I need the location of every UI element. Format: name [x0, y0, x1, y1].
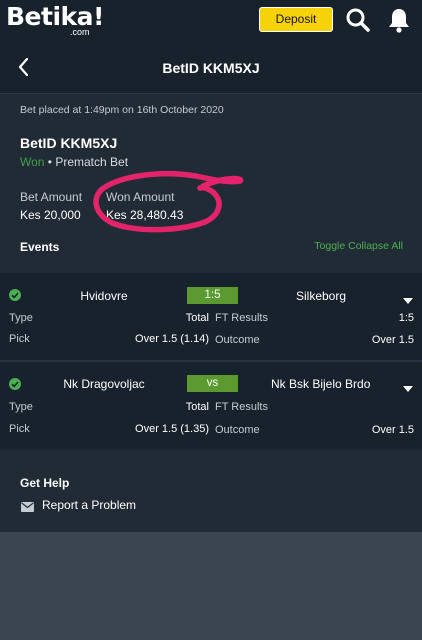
home-team: Hvidovre [80, 289, 128, 303]
bet-placed-timestamp: Bet placed at 1:49pm on 16th October 202… [20, 104, 224, 116]
ft-results-value: 1:5 [398, 312, 414, 324]
pick-value: Over 1.5 (1.35) [135, 423, 209, 435]
report-problem-link[interactable]: Report a Problem [42, 498, 136, 512]
chevron-down-icon[interactable] [403, 292, 413, 304]
bell-icon[interactable] [385, 6, 413, 34]
type-value: Total [185, 312, 209, 324]
logo-domain: .com [70, 27, 90, 37]
pick-value: Over 1.5 (1.14) [135, 333, 209, 345]
search-icon[interactable] [344, 6, 372, 34]
bet-type: • Prematch Bet [44, 155, 129, 169]
match-score: vs [187, 375, 238, 392]
pick-label: Pick [9, 423, 30, 435]
outcome-label: Outcome [215, 424, 260, 436]
events-heading: Events [20, 240, 60, 254]
away-team: Silkeborg [296, 289, 347, 303]
chevron-down-icon[interactable] [403, 380, 413, 392]
toggle-collapse-all-link[interactable]: Toggle Collapse All [314, 240, 403, 252]
event-card[interactable]: Nk Dragovoljac vs Nk Bsk Bijelo Brdo Typ… [0, 362, 422, 450]
won-amount-label: Won Amount [106, 190, 175, 204]
event-card[interactable]: Hvidovre 1:5 Silkeborg Type Total FT Res… [0, 273, 422, 361]
get-help-heading: Get Help [20, 476, 70, 490]
top-bar: Betika! .com Deposit [0, 0, 422, 40]
ft-results-label: FT Results [215, 401, 268, 413]
match-score: 1:5 [187, 287, 238, 304]
outcome-value: Over 1.5 [371, 424, 414, 436]
home-team: Nk Dragovoljac [63, 377, 145, 391]
deposit-button[interactable]: Deposit [259, 7, 333, 32]
bet-id: BetID KKM5XJ [20, 135, 118, 151]
footer-area [0, 532, 422, 640]
outcome-value: Over 1.5 [371, 334, 414, 346]
pick-label: Pick [9, 333, 30, 345]
won-amount-value: Kes 28,480.43 [106, 208, 184, 222]
away-team: Nk Bsk Bijelo Brdo [271, 377, 371, 391]
bet-status-badge: Won [20, 155, 45, 169]
type-label: Type [9, 312, 33, 324]
ft-results-label: FT Results [215, 312, 268, 324]
type-value: Total [185, 401, 209, 413]
page-title: BetID KKM5XJ [162, 60, 260, 76]
page-header: BetID KKM5XJ [0, 40, 422, 94]
bet-amount-value: Kes 20,000 [20, 208, 81, 222]
outcome-label: Outcome [215, 334, 260, 346]
bet-amount-label: Bet Amount [20, 190, 83, 204]
mail-icon [21, 499, 34, 512]
bet-status-line: Won • Prematch Bet [20, 155, 128, 169]
type-label: Type [9, 401, 33, 413]
